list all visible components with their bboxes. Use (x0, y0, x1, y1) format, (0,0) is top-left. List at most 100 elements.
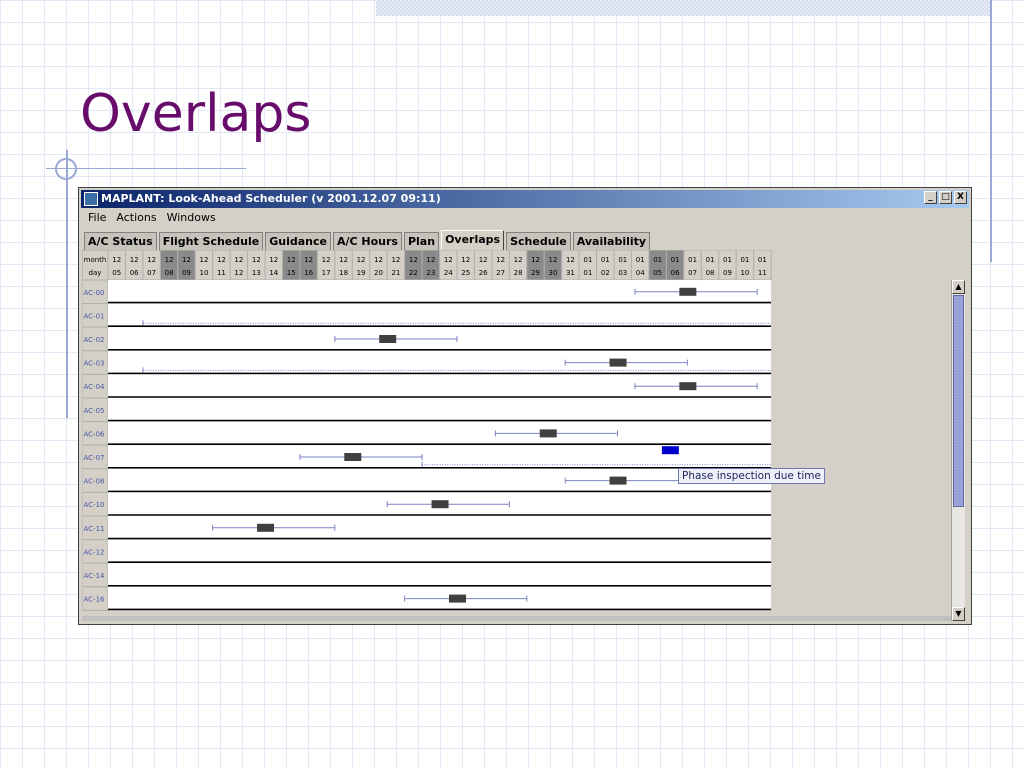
tab-availability[interactable]: Availability (572, 232, 651, 251)
selected-due-marker[interactable] (661, 446, 679, 455)
day-tick-label: 09 (723, 269, 732, 277)
tab-schedule[interactable]: Schedule (506, 232, 571, 251)
due-time-marker[interactable] (679, 382, 697, 391)
day-tick-label: 29 (531, 269, 540, 277)
day-tick-label: 22 (409, 269, 418, 277)
month-tick-label: 12 (269, 256, 278, 264)
day-tick-label: 07 (147, 269, 156, 277)
horizontal-scrollbar[interactable] (82, 616, 951, 621)
day-tick-label: 04 (636, 269, 645, 277)
month-tick-label: 12 (147, 256, 156, 264)
day-tick-label: 02 (601, 269, 610, 277)
window-controls: _ □ X (924, 191, 967, 204)
day-tick-label: 14 (269, 269, 278, 277)
due-time-marker[interactable] (257, 523, 275, 532)
day-tick-label: 23 (426, 269, 435, 277)
month-tick-label: 01 (740, 256, 749, 264)
app-window: MAPLANT: Look-Ahead Scheduler (v 2001.12… (78, 187, 972, 625)
arrow-up-icon[interactable]: ▲ (952, 280, 965, 294)
day-tick-label: 06 (130, 269, 139, 277)
month-tick-label: 12 (357, 256, 366, 264)
due-time-marker[interactable] (539, 429, 557, 438)
due-time-marker[interactable] (431, 500, 449, 509)
due-time-marker[interactable] (379, 335, 397, 343)
month-tick-label: 12 (112, 256, 121, 264)
due-time-marker[interactable] (609, 476, 627, 485)
month-tick-label: 12 (444, 256, 453, 264)
month-tick-label: 12 (374, 256, 383, 264)
day-tick-label: 21 (391, 269, 400, 277)
row-label: AC-07 (84, 454, 105, 462)
day-tick-label: 07 (688, 269, 697, 277)
table-row[interactable] (108, 421, 772, 446)
menu-windows[interactable]: Windows (162, 210, 221, 228)
tab-overlaps[interactable]: Overlaps (441, 230, 505, 251)
month-tick-label: 12 (287, 256, 296, 264)
month-tick-label: 12 (165, 256, 174, 264)
due-time-marker[interactable] (609, 358, 627, 367)
tab-guidance[interactable]: Guidance (265, 232, 331, 251)
month-tick-label: 12 (549, 256, 558, 264)
month-tick-label: 01 (688, 256, 697, 264)
slide-title: Overlaps (80, 84, 312, 144)
day-tick-label: 13 (252, 269, 261, 277)
close-button[interactable]: X (954, 191, 967, 204)
table-row[interactable] (108, 303, 772, 328)
day-tick-label: 16 (304, 269, 313, 277)
window-title: MAPLANT: Look-Ahead Scheduler (v 2001.12… (101, 192, 441, 205)
due-time-marker[interactable] (449, 594, 466, 603)
tab-plan[interactable]: Plan (403, 232, 440, 251)
table-row[interactable] (108, 398, 772, 422)
menubar: File Actions Windows (83, 210, 221, 228)
decorative-top-band (376, 0, 990, 16)
tab-ac-status[interactable]: A/C Status (84, 232, 157, 251)
row-label: AC-14 (84, 572, 106, 580)
day-tick-label: 24 (444, 269, 453, 277)
title-ring-ornament (55, 158, 77, 180)
tab-flight-schedule[interactable]: Flight Schedule (158, 232, 264, 251)
month-tick-label: 12 (461, 256, 470, 264)
row-label: AC-03 (84, 360, 105, 368)
maximize-button[interactable]: □ (939, 191, 952, 204)
month-tick-label: 12 (496, 256, 505, 264)
day-tick-label: 31 (566, 269, 575, 277)
day-header-label: day (89, 269, 102, 277)
menu-file[interactable]: File (83, 210, 111, 228)
day-tick-label: 06 (671, 269, 680, 277)
scrollbar-thumb[interactable] (953, 295, 964, 507)
month-tick-label: 01 (706, 256, 715, 264)
day-tick-label: 11 (217, 269, 226, 277)
month-tick-label: 12 (130, 256, 139, 264)
due-time-marker[interactable] (679, 287, 697, 296)
minimize-button[interactable]: _ (924, 191, 937, 204)
month-tick-label: 01 (758, 256, 767, 264)
day-tick-label: 28 (514, 269, 523, 277)
window-titlebar[interactable]: MAPLANT: Look-Ahead Scheduler (v 2001.12… (81, 190, 969, 208)
arrow-down-icon[interactable]: ▼ (952, 607, 965, 621)
due-time-marker[interactable] (344, 453, 362, 461)
day-tick-label: 09 (182, 269, 191, 277)
tooltip: Phase inspection due time (678, 468, 825, 484)
table-row[interactable] (108, 516, 772, 540)
day-tick-label: 08 (706, 269, 715, 277)
month-tick-label: 01 (653, 256, 662, 264)
menu-actions[interactable]: Actions (111, 210, 161, 228)
month-tick-label: 01 (671, 256, 680, 264)
row-label: AC-10 (84, 501, 105, 509)
day-tick-label: 08 (165, 269, 174, 277)
month-tick-label: 12 (339, 256, 348, 264)
day-tick-label: 12 (234, 269, 243, 277)
month-tick-label: 12 (409, 256, 418, 264)
day-tick-label: 20 (374, 269, 383, 277)
tab-ac-hours[interactable]: A/C Hours (332, 232, 402, 251)
day-tick-label: 18 (339, 269, 348, 277)
day-tick-label: 27 (496, 269, 505, 277)
table-row[interactable] (108, 539, 772, 564)
row-label: AC-16 (84, 596, 106, 604)
vertical-scrollbar[interactable]: ▲ ▼ (951, 280, 965, 621)
month-tick-label: 12 (200, 256, 209, 264)
month-tick-label: 01 (601, 256, 610, 264)
row-label: AC-08 (84, 478, 105, 486)
row-label: AC-06 (84, 430, 106, 438)
table-row[interactable] (108, 563, 772, 587)
